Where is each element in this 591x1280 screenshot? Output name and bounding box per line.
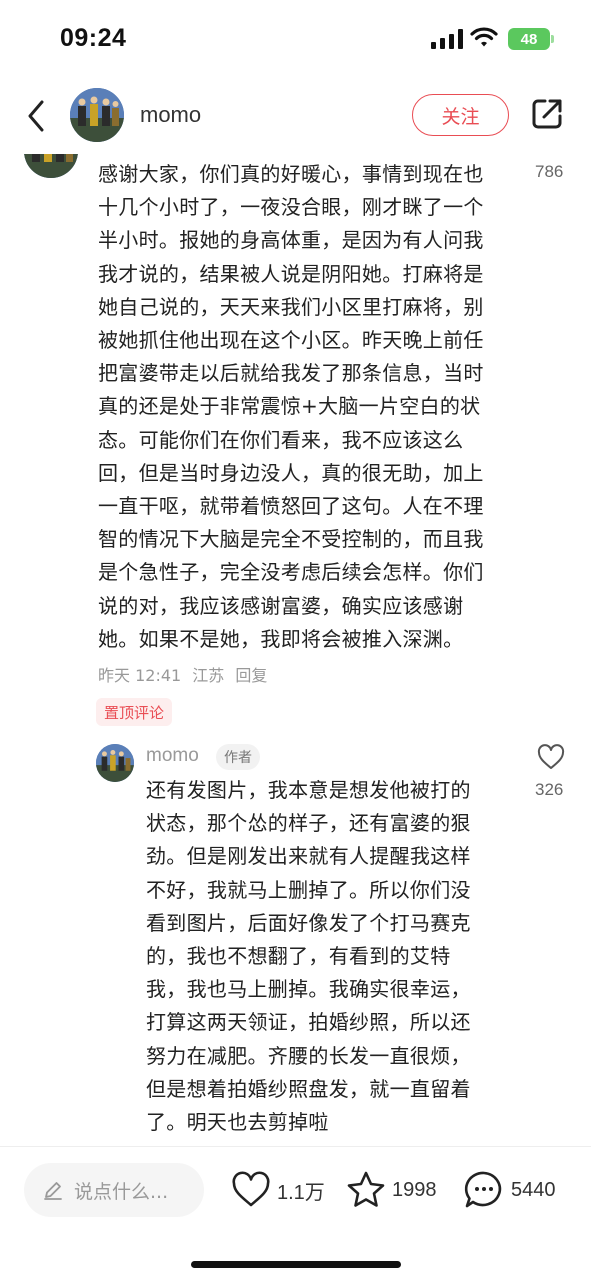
battery-indicator: 48 [508,28,550,50]
battery-level: 48 [520,30,538,48]
user-avatar[interactable] [70,88,124,142]
back-icon[interactable] [24,98,50,134]
comment-line: 我才说的，结果被人说是阴阳她。打麻将是 [98,261,484,286]
reply-line: 劲。但是刚发出来就有人提醒我这样 [146,844,471,869]
bottom-bar: 说点什么... 1.1万 1998 5440 [0,1146,591,1280]
reply-username[interactable]: momo [146,745,199,767]
reply-line: 打算这两天领证，拍婚纱照，所以还 [146,1010,471,1035]
home-indicator[interactable] [191,1261,401,1268]
follow-button[interactable]: 关注 [412,94,509,136]
comment-line: 智的情况下大脑是完全不受控制的，而且我 [98,527,484,552]
comment-line: 半小时。报她的身高体重，是因为有人问我 [98,228,484,253]
battery-tip [551,35,554,43]
share-icon[interactable] [530,97,564,131]
nav-username[interactable]: momo [140,102,201,128]
comment-input[interactable]: 说点什么... [24,1163,204,1217]
comment-time: 昨天 12:41 [98,666,182,685]
comment-line: 是个急性子，完全没考虑后续会怎样。你们 [98,560,484,585]
comment-thread: 感谢大家，你们真的好暖心，事情到现在也 十几个小时了，一夜没合眼，刚才眯了一个 … [0,154,591,1146]
comment-line: 态。可能你们在你们看来，我不应该这么 [98,427,464,452]
signal-icon [431,29,463,49]
favorite-button[interactable]: 1998 [346,1167,437,1213]
status-bar: 09:24 48 [0,0,591,80]
comment-line: 回，但是当时身边没人，真的很无助，加上 [98,460,484,485]
favorite-count: 1998 [392,1178,437,1201]
reply-line: 了。明天也去剪掉啦 [146,1110,329,1135]
comment-line: 感谢大家，你们真的好暖心，事情到现在也 [98,162,484,186]
reply-line: 但是想着拍婚纱照盘发，就一直留着 [146,1076,471,1101]
reply-line: 的，我也不想翻了，有看到的艾特 [146,944,451,969]
comment-icon [464,1171,502,1208]
comment-line: 把富婆带走以后就给我发了那条信息，当时 [98,361,484,386]
reply-avatar[interactable] [96,744,134,782]
status-time: 09:24 [60,24,127,52]
heart-icon[interactable] [537,744,565,770]
comment-location: 江苏 [192,666,225,685]
wifi-icon [470,27,498,47]
comment-line: 被她抓住他出现在这个小区。昨天晚上前任 [98,328,484,353]
reply-button[interactable]: 回复 [235,666,267,685]
heart-icon [232,1171,270,1207]
reply-comment-text: 还有发图片，我本意是想发他被打的 状态，那个怂的样子，还有富婆的狠 劲。但是刚发… [146,774,506,1139]
like-count: 1.1万 [277,1181,325,1204]
pinned-comment-badge: 置顶评论 [96,698,173,726]
main-comment-text: 感谢大家，你们真的好暖心，事情到现在也 十几个小时了，一夜没合眼，刚才眯了一个 … [98,158,518,656]
main-comment-like-count[interactable]: 786 [535,162,563,182]
comment-input-placeholder: 说点什么... [74,1180,169,1203]
reply-line: 看到图片，后面好像发了个打马赛克 [146,910,471,935]
commenter-avatar[interactable] [24,154,78,178]
comment-line: 她。如果不是她，我即将会被推入深渊。 [98,626,464,651]
reply-line: 状态，那个怂的样子，还有富婆的狠 [146,811,471,836]
comment-meta: 昨天 12:41 江苏 回复 [98,662,273,686]
author-badge: 作者 [216,744,260,770]
comment-button[interactable]: 5440 [463,1167,556,1213]
reply-like-count[interactable]: 326 [535,780,563,800]
comment-line: 真的还是处于非常震惊+大脑一片空白的状 [98,394,481,419]
top-nav: momo 关注 [0,80,591,154]
comment-line: 她自己说的，天天来我们小区里打麻将，别 [98,294,484,319]
like-button[interactable]: 1.1万 [231,1167,325,1213]
pencil-icon [44,1182,62,1200]
comment-count: 5440 [511,1178,556,1201]
comment-line: 十几个小时了，一夜没合眼，刚才眯了一个 [98,195,484,220]
reply-line: 不好，我就马上删掉了。所以你们没 [146,877,471,902]
reply-line: 努力在减肥。齐腰的长发一直很烦， [146,1043,471,1068]
star-icon [347,1171,385,1207]
comment-line: 一直干呕，就带着愤怒回了这句。人在不理 [98,494,484,519]
comment-line: 说的对，我应该感谢富婆，确实应该感谢 [98,593,464,618]
reply-line: 还有发图片，我本意是想发他被打的 [146,778,471,802]
reply-line: 我，我也马上删掉。我确实很幸运， [146,977,471,1002]
